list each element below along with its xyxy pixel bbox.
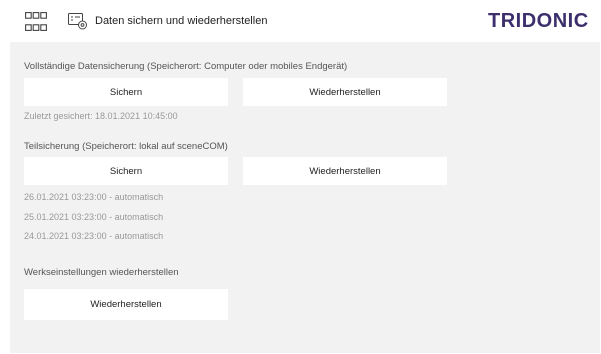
full-backup-title: Vollständige Datensicherung (Speicherort… bbox=[24, 61, 348, 72]
partial-backup-title: Teilsicherung (Speicherort: lokal auf sc… bbox=[24, 141, 228, 152]
backup-settings-icon bbox=[68, 13, 88, 30]
page-title: Daten sichern und wiederherstellen bbox=[95, 15, 268, 27]
header-bar: Daten sichern und wiederherstellen TRIDO… bbox=[0, 0, 601, 42]
full-backup-save-button[interactable]: Sichern bbox=[24, 78, 228, 106]
main-content: Vollständige Datensicherung (Speicherort… bbox=[10, 42, 600, 353]
partial-backup-save-button[interactable]: Sichern bbox=[24, 157, 228, 185]
backup-entry[interactable]: 25.01.2021 03:23:00 - automatisch bbox=[24, 212, 163, 222]
partial-backup-restore-button[interactable]: Wiederherstellen bbox=[243, 157, 447, 185]
last-saved-text: Zuletzt gesichert: 18.01.2021 10:45:00 bbox=[24, 111, 178, 121]
factory-reset-restore-button[interactable]: Wiederherstellen bbox=[24, 289, 228, 320]
backup-entry[interactable]: 26.01.2021 03:23:00 - automatisch bbox=[24, 192, 163, 202]
factory-reset-title: Werkseinstellungen wiederherstellen bbox=[24, 267, 179, 278]
backup-entry[interactable]: 24.01.2021 03:23:00 - automatisch bbox=[24, 231, 163, 241]
full-backup-restore-button[interactable]: Wiederherstellen bbox=[243, 78, 447, 106]
tridonic-logo: TRIDONIC bbox=[488, 10, 589, 32]
grid-apps-icon[interactable] bbox=[25, 12, 47, 31]
